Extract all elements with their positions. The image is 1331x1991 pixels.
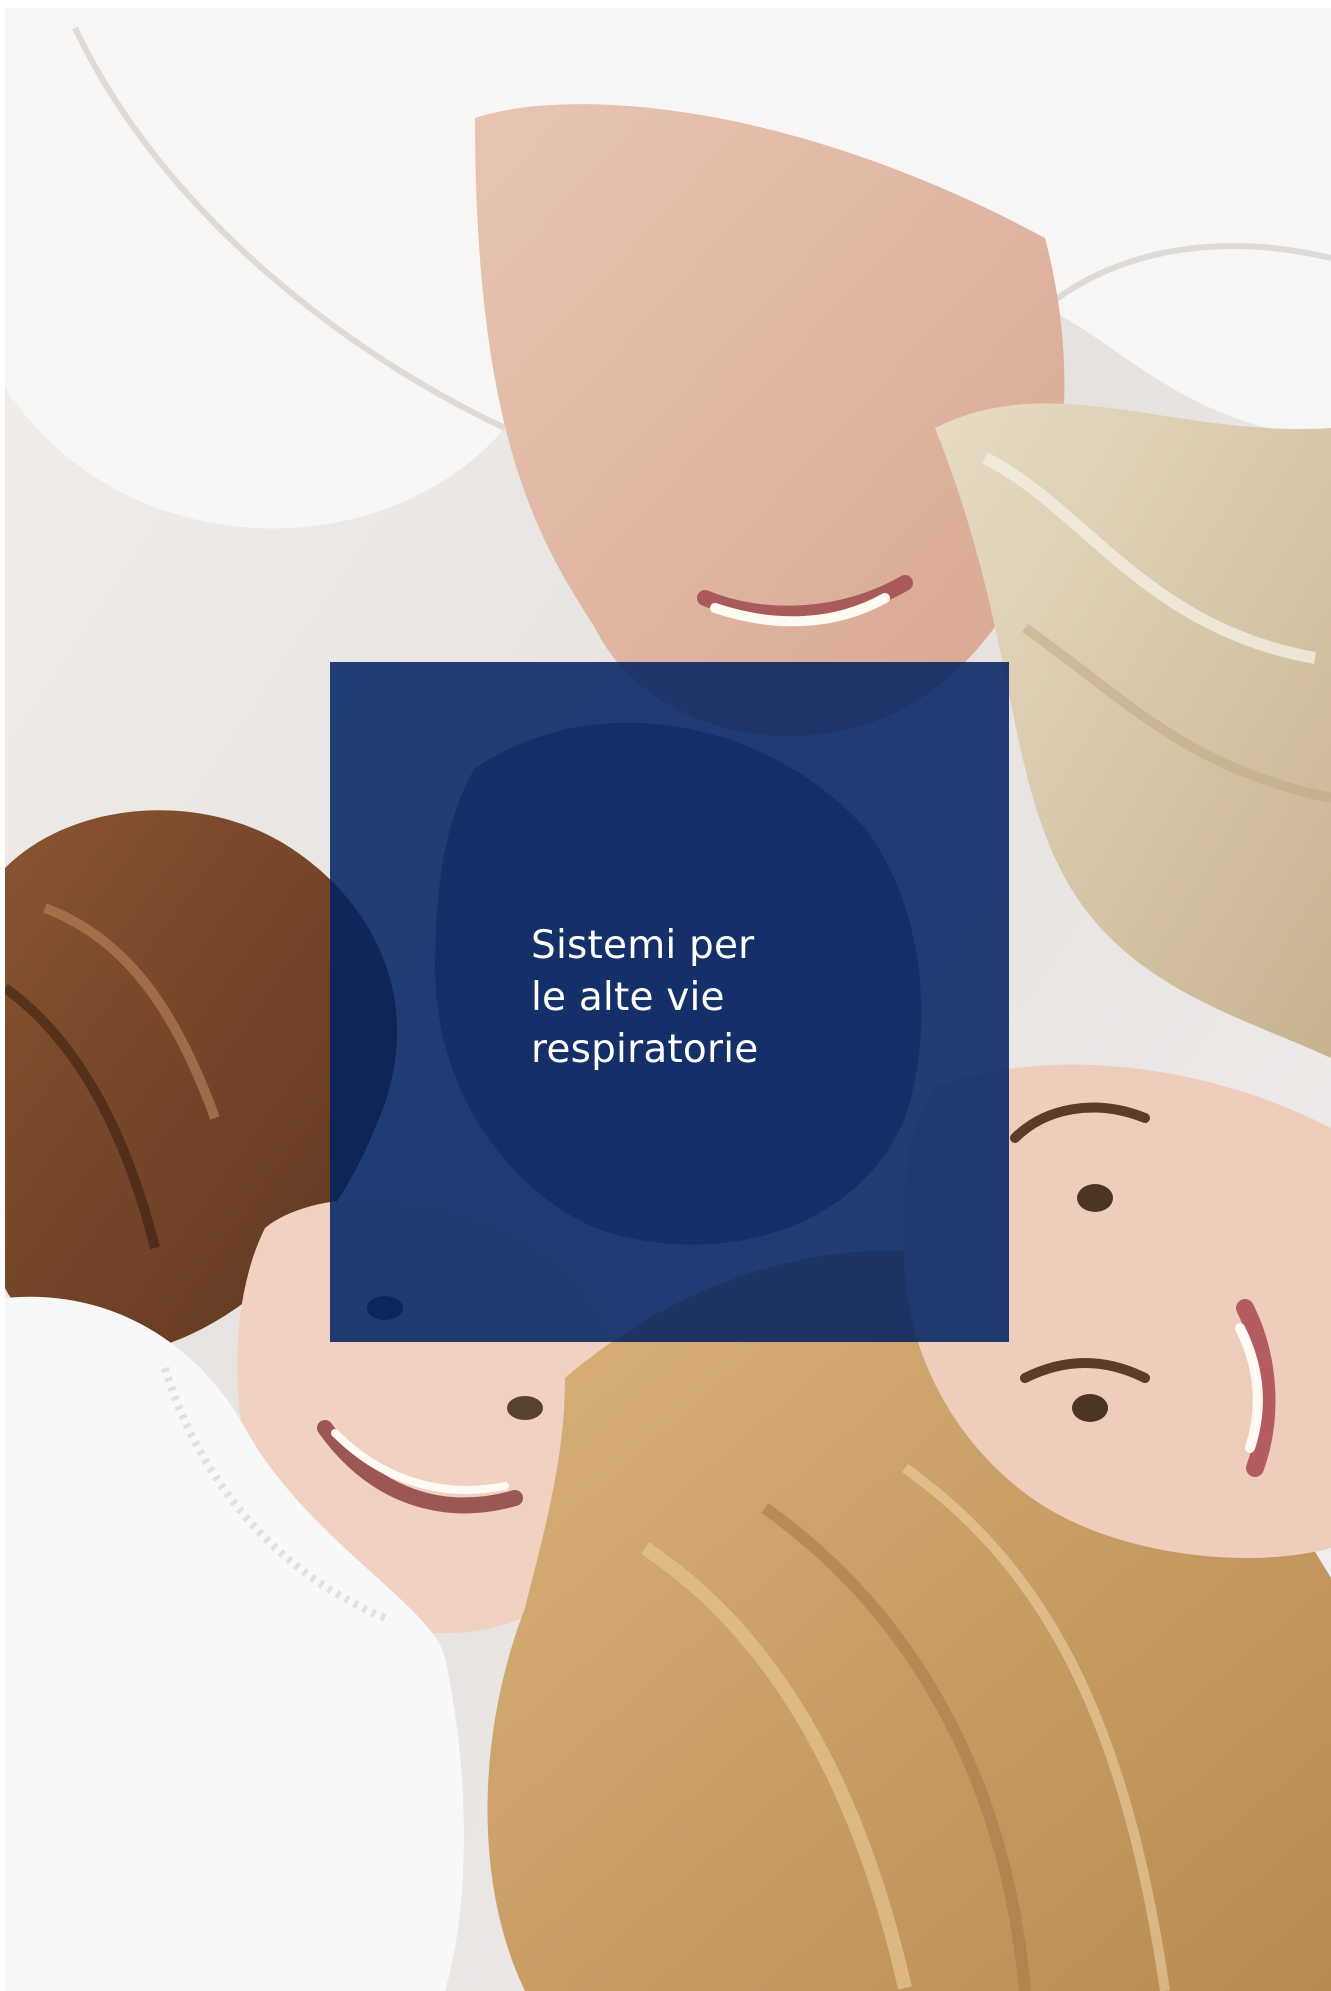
headline-line-1: Sistemi per: [531, 923, 755, 968]
headline-line-2: le alte vie: [531, 975, 725, 1020]
headline-line-3: respiratorie: [531, 1027, 759, 1072]
headline-text: Sistemi per le alte vie respiratorie: [531, 920, 911, 1076]
